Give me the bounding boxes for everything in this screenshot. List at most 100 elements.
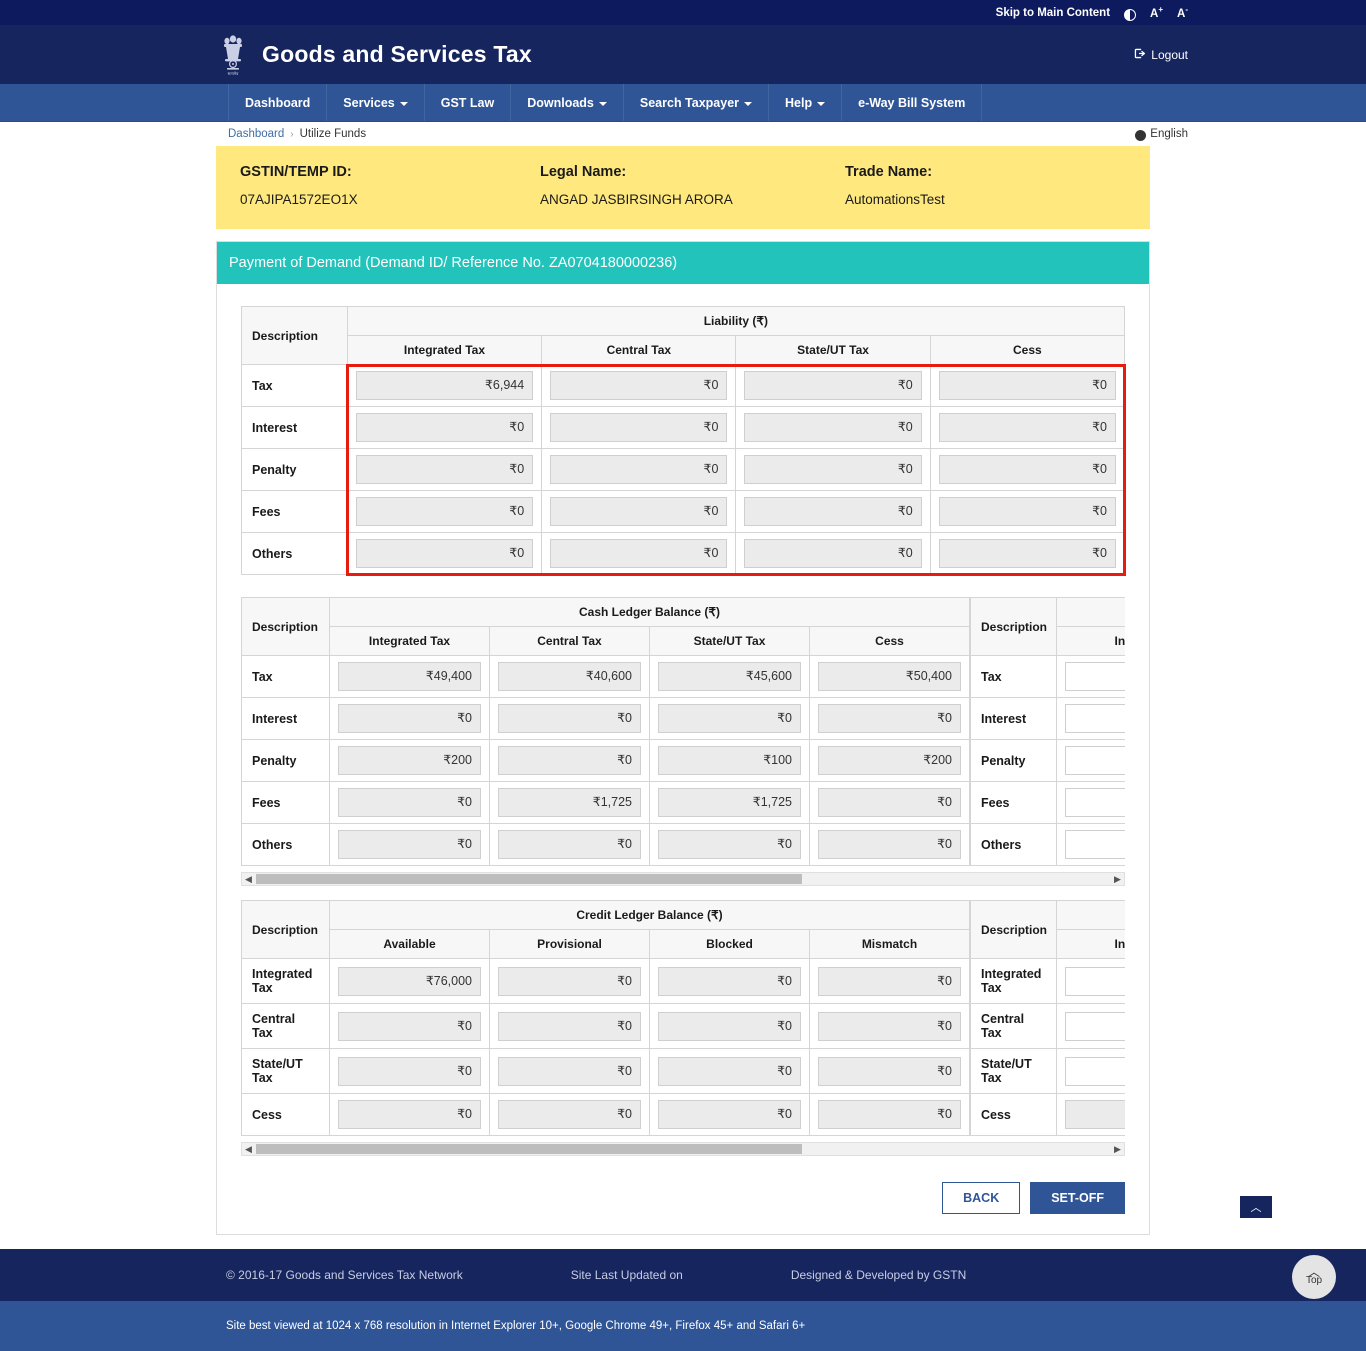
- main-navigation: Dashboard Services GST Law Downloads Sea…: [0, 84, 1366, 122]
- credit-ledger-value-field[interactable]: ₹0: [818, 1012, 961, 1041]
- nav-item-services[interactable]: Services: [327, 84, 424, 121]
- nav-item-eway-bill-system[interactable]: e-Way Bill System: [842, 84, 982, 121]
- liability-value-field[interactable]: ₹0: [744, 497, 921, 526]
- scroll-right-arrow-icon[interactable]: ▶: [1111, 1143, 1124, 1155]
- liability-value-field[interactable]: ₹0: [356, 413, 534, 442]
- cash-offset-input-field[interactable]: [1065, 704, 1125, 733]
- cash-col-integrated-tax: Integrated Tax: [330, 627, 490, 656]
- nav-item-dashboard[interactable]: Dashboard: [228, 84, 327, 121]
- liability-value-field[interactable]: ₹0: [744, 455, 921, 484]
- liability-value-field[interactable]: ₹0: [744, 539, 921, 568]
- credit-ledger-value-field[interactable]: ₹0: [818, 1057, 961, 1086]
- scroll-right-arrow-icon[interactable]: ▶: [1111, 873, 1124, 885]
- cash-ledger-value-field[interactable]: ₹200: [818, 746, 961, 775]
- credit-offset-row-label: Integrated Tax: [971, 959, 1057, 1004]
- cash-ledger-value-field[interactable]: ₹0: [498, 704, 641, 733]
- cash-ledger-value-field[interactable]: ₹0: [818, 830, 961, 859]
- liability-value-field[interactable]: ₹0: [550, 413, 727, 442]
- nav-item-help[interactable]: Help: [769, 84, 842, 121]
- font-increase-button[interactable]: A+: [1150, 5, 1163, 20]
- liability-value-field[interactable]: ₹0: [550, 455, 727, 484]
- credit-ledger-value-field[interactable]: ₹0: [338, 1100, 481, 1129]
- credit-ledger-value-field[interactable]: ₹0: [658, 1012, 801, 1041]
- liability-value-field[interactable]: ₹0: [939, 413, 1116, 442]
- liability-value-field[interactable]: ₹0: [550, 539, 727, 568]
- liability-value-field[interactable]: ₹0: [744, 371, 921, 400]
- liability-value-field[interactable]: ₹0: [550, 497, 727, 526]
- credit-ledger-value-field[interactable]: ₹0: [658, 967, 801, 996]
- credit-ledger-value-field[interactable]: ₹0: [498, 1057, 641, 1086]
- cash-ledger-value-field[interactable]: ₹0: [338, 788, 481, 817]
- credit-ledger-value-field[interactable]: ₹76,000: [338, 967, 481, 996]
- cash-ledger-value-field[interactable]: ₹1,725: [658, 788, 801, 817]
- credit-offset-input-field[interactable]: [1065, 967, 1125, 996]
- scrollbar-thumb[interactable]: [256, 1144, 802, 1154]
- credit-ledger-horizontal-scrollbar[interactable]: ◀ ▶: [241, 1142, 1125, 1156]
- credit-ledger-value-field[interactable]: ₹0: [658, 1100, 801, 1129]
- credit-ledger-value-field[interactable]: ₹0: [498, 1012, 641, 1041]
- cash-offset-input-field[interactable]: [1065, 788, 1125, 817]
- cash-ledger-value-field[interactable]: ₹45,600: [658, 662, 801, 691]
- nav-item-search-taxpayer[interactable]: Search Taxpayer: [624, 84, 769, 121]
- breadcrumb-dashboard-link[interactable]: Dashboard: [228, 128, 284, 140]
- cash-ledger-value-field[interactable]: ₹49,400: [338, 662, 481, 691]
- cash-ledger-value-field[interactable]: ₹0: [498, 830, 641, 859]
- back-to-top-button[interactable]: ︿ Top: [1292, 1255, 1336, 1299]
- liability-value-field[interactable]: ₹0: [939, 455, 1116, 484]
- credit-ledger-value-field[interactable]: ₹0: [818, 967, 961, 996]
- cash-offset-input-field[interactable]: [1065, 746, 1125, 775]
- cash-ledger-value-field[interactable]: ₹100: [658, 746, 801, 775]
- cash-ledger-value-field[interactable]: ₹0: [338, 704, 481, 733]
- credit-ledger-value-field[interactable]: ₹0: [338, 1012, 481, 1041]
- liability-value-field[interactable]: ₹0: [356, 455, 534, 484]
- liability-cell: ₹0: [347, 491, 542, 533]
- credit-offset-input-field[interactable]: [1065, 1057, 1125, 1086]
- credit-ledger-value-field[interactable]: ₹0: [498, 1100, 641, 1129]
- liability-value-field[interactable]: ₹0: [356, 539, 534, 568]
- liability-value-field[interactable]: ₹0: [939, 539, 1116, 568]
- credit-offset-input-field[interactable]: [1065, 1012, 1125, 1041]
- cash-ledger-value-field[interactable]: ₹0: [338, 830, 481, 859]
- credit-ledger-value-field[interactable]: ₹0: [658, 1057, 801, 1086]
- nav-item-downloads[interactable]: Downloads: [511, 84, 624, 121]
- cash-ledger-value-field[interactable]: ₹40,600: [498, 662, 641, 691]
- liability-value-field[interactable]: ₹0: [356, 497, 534, 526]
- scroll-left-arrow-icon[interactable]: ◀: [242, 1143, 255, 1155]
- skip-to-main-content-link[interactable]: Skip to Main Content: [996, 7, 1110, 19]
- liability-value-field[interactable]: ₹0: [939, 371, 1116, 400]
- credit-ledger-value-field[interactable]: ₹0: [338, 1057, 481, 1086]
- back-button[interactable]: BACK: [942, 1182, 1020, 1214]
- cash-ledger-value-field[interactable]: ₹0: [658, 704, 801, 733]
- logout-button[interactable]: Logout: [1133, 47, 1188, 63]
- credit-offset-input-field[interactable]: [1065, 1100, 1125, 1129]
- contrast-toggle-icon[interactable]: [1124, 9, 1136, 21]
- scrollbar-thumb[interactable]: [256, 874, 802, 884]
- credit-ledger-value-field[interactable]: ₹0: [818, 1100, 961, 1129]
- cash-ledger-value-field[interactable]: ₹0: [658, 830, 801, 859]
- cash-ledger-value-field[interactable]: ₹1,725: [498, 788, 641, 817]
- cash-offset-input-field[interactable]: [1065, 662, 1125, 691]
- scroll-top-tab[interactable]: ︿: [1240, 1196, 1272, 1218]
- cash-ledger-cell: ₹0: [490, 740, 650, 782]
- nav-label: GST Law: [441, 96, 494, 110]
- cash-ledger-value-field[interactable]: ₹0: [498, 746, 641, 775]
- cash-ledger-horizontal-scrollbar[interactable]: ◀ ▶: [241, 872, 1125, 886]
- language-selector[interactable]: English: [1135, 128, 1188, 140]
- cash-ledger-value-field[interactable]: ₹0: [818, 788, 961, 817]
- cash-ledger-value-field[interactable]: ₹200: [338, 746, 481, 775]
- cash-ledger-value-field[interactable]: ₹50,400: [818, 662, 961, 691]
- liability-row-label: Fees: [242, 491, 348, 533]
- credit-ledger-cell: ₹0: [330, 1049, 490, 1094]
- credit-ledger-value-field[interactable]: ₹0: [498, 967, 641, 996]
- cash-offset-input-field[interactable]: [1065, 830, 1125, 859]
- scroll-left-arrow-icon[interactable]: ◀: [242, 873, 255, 885]
- cash-ledger-value-field[interactable]: ₹0: [818, 704, 961, 733]
- nav-label: e-Way Bill System: [858, 96, 965, 110]
- nav-item-gst-law[interactable]: GST Law: [425, 84, 511, 121]
- set-off-button[interactable]: SET-OFF: [1030, 1182, 1125, 1214]
- liability-value-field[interactable]: ₹0: [744, 413, 921, 442]
- font-decrease-button[interactable]: A-: [1177, 5, 1188, 20]
- liability-value-field[interactable]: ₹0: [939, 497, 1116, 526]
- liability-value-field[interactable]: ₹6,944: [356, 371, 534, 400]
- liability-value-field[interactable]: ₹0: [550, 371, 727, 400]
